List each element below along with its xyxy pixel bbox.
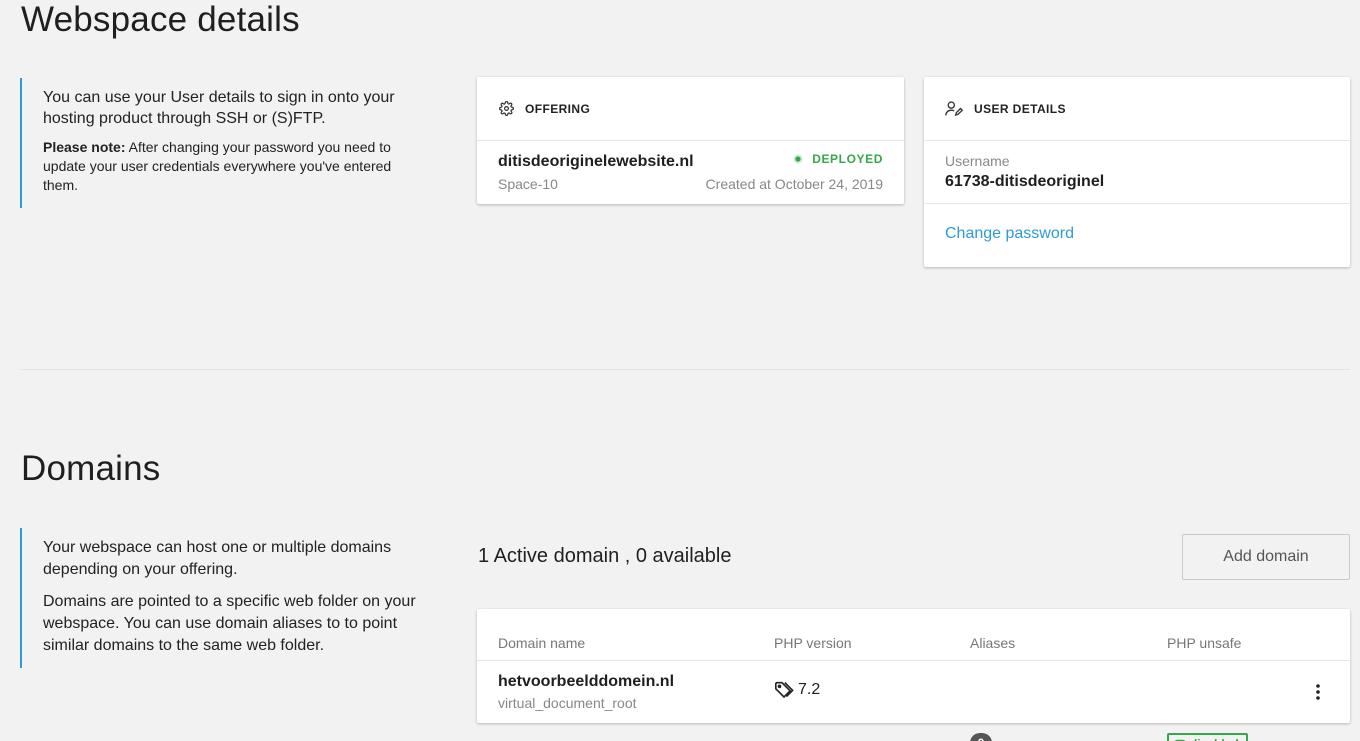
column-header-php-unsafe: PHP unsafe [1167,635,1242,651]
row-more-options-icon[interactable] [1313,683,1323,701]
domains-info-para2: Domains are pointed to a specific web fo… [43,593,416,654]
row-document-root: virtual_document_root [498,695,637,711]
domains-info: Your webspace can host one or multiple d… [20,528,420,668]
offering-site-name: ditisdeoriginelewebsite.nl [498,153,694,170]
webspace-info-lead: You can use your User details to sign in… [43,89,395,127]
column-header-domain: Domain name [498,635,586,651]
offering-status: DEPLOYED [793,152,883,166]
status-dot-icon [793,154,803,164]
php-version-value: 7.2 [798,681,821,698]
offering-created: Created at October 24, 2019 [705,176,883,192]
user-details-card: USER DETAILS Username 61738-ditisdeorigi… [924,77,1350,267]
table-header: Domain name PHP version Aliases PHP unsa… [477,609,1350,661]
username-value: 61738-ditisdeoriginel [945,173,1105,190]
row-domain-name[interactable]: hetvoorbeelddomein.nl [498,673,674,691]
offering-header-label: OFFERING [525,101,591,116]
domains-title: Domains [21,449,161,488]
webspace-info-note: Please note: After changing your passwor… [43,138,420,195]
user-details-header-label: USER DETAILS [974,101,1066,116]
status-badge: DEPLOYED [812,152,883,166]
column-header-php-version: PHP version [774,635,852,651]
username-label: Username [945,153,1010,169]
user-details-header: USER DETAILS [924,77,1350,141]
table-row[interactable]: hetvoorbeelddomein.nl virtual_document_r… [477,661,1350,741]
domains-table: Domain name PHP version Aliases PHP unsa… [477,609,1350,741]
change-password-link[interactable]: Change password [945,225,1074,243]
tag-icon [775,681,794,699]
offering-plan: Space-10 [498,176,558,192]
domains-info-para1: Your webspace can host one or multiple d… [43,539,392,578]
note-label: Please note: [43,139,126,155]
user-edit-icon [945,101,963,116]
add-domain-button[interactable]: Add domain [1182,534,1350,580]
row-php-version: 7.2 [774,681,820,699]
column-header-aliases: Aliases [970,635,1016,651]
offering-card: OFFERING ditisdeoriginelewebsite.nl DEPL… [477,77,904,204]
domains-summary: 1 Active domain , 0 available [478,545,732,567]
offering-card-header: OFFERING [477,77,904,141]
webspace-title: Webspace details [21,0,300,39]
section-divider [20,369,1350,370]
webspace-info: You can use your User details to sign in… [20,78,420,208]
user-details-divider [924,203,1350,204]
aliases-count-badge: 0 [970,733,992,741]
gear-icon [499,101,514,116]
php-unsafe-badge: disabled [1167,733,1248,741]
php-unsafe-label: disabled [1190,737,1239,741]
